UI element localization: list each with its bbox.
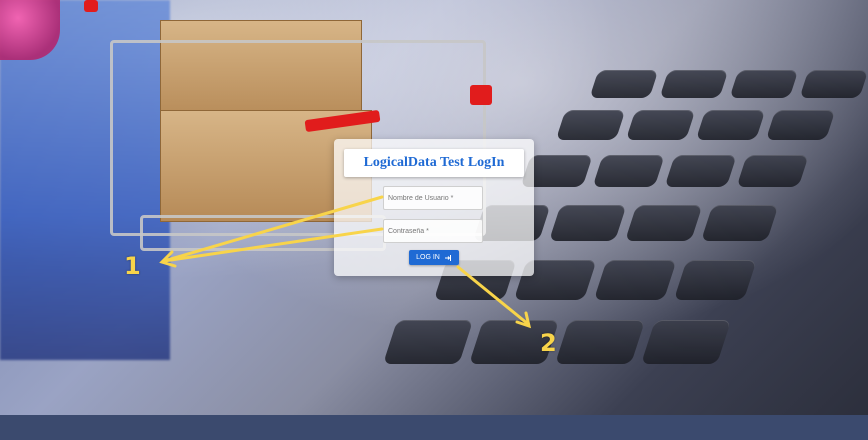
annotation-marker-2: 2 bbox=[540, 329, 557, 357]
login-title: LogicalData Test LogIn bbox=[363, 155, 505, 170]
username-input[interactable] bbox=[383, 186, 483, 210]
login-button-label: LOG IN bbox=[416, 254, 440, 261]
login-title-box: LogicalData Test LogIn bbox=[344, 149, 524, 177]
screen-app-icon bbox=[0, 0, 60, 60]
password-input[interactable] bbox=[383, 219, 483, 243]
login-card: LogicalData Test LogIn LOG IN bbox=[334, 139, 534, 276]
annotation-marker-1: 1 bbox=[124, 252, 141, 280]
login-arrow-icon bbox=[444, 254, 452, 262]
login-button[interactable]: LOG IN bbox=[409, 250, 459, 265]
